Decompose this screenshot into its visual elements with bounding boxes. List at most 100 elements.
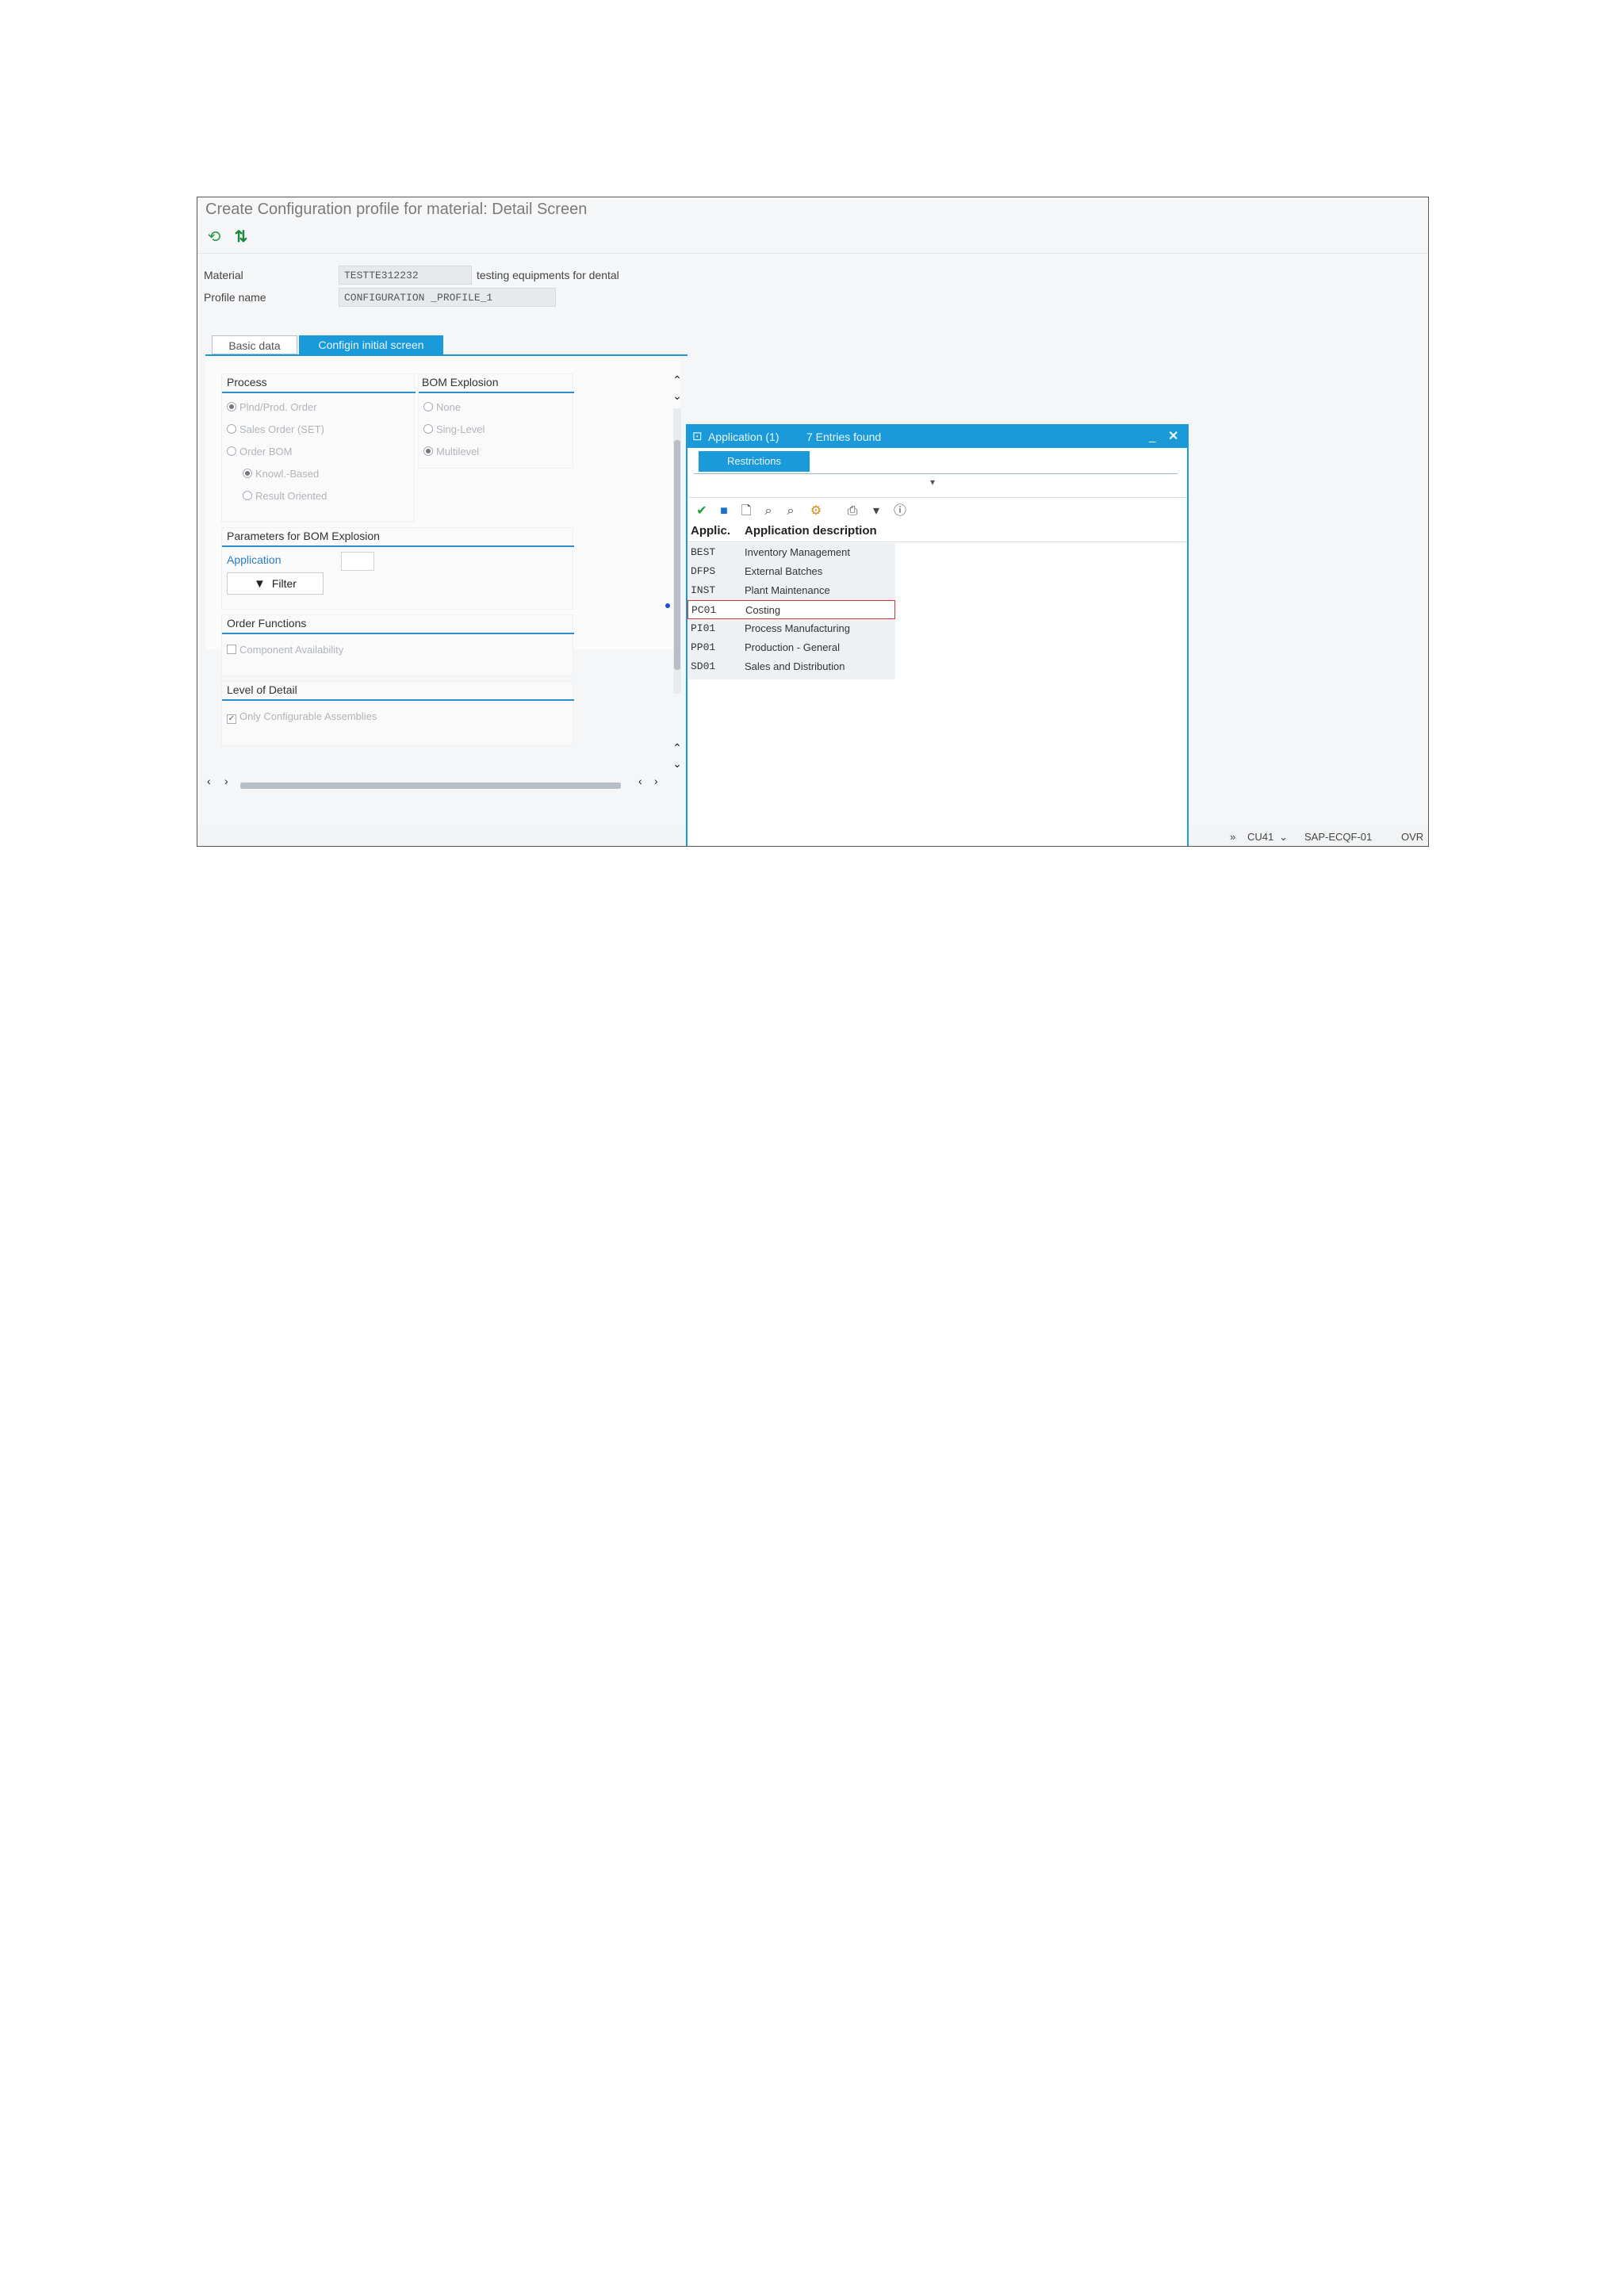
scroll-right-icon[interactable]: › [224,775,228,787]
radio-label: Multilevel [436,446,480,457]
order-functions-group: Order Functions Component Availability [221,614,574,676]
checkbox-label: Only Configurable Assemblies [239,710,377,722]
row-description: Plant Maintenance [745,584,830,596]
radio-label: Sing-Level [436,423,485,435]
filter-label: Filter [271,577,297,590]
bom-explosion-line [419,392,574,393]
table-row[interactable]: PP01 Production - General [688,638,895,657]
row-description: Production - General [745,641,840,653]
confirm-icon[interactable]: ✔ [692,502,711,521]
material-label: Material [204,269,243,281]
row-description: Process Manufacturing [745,622,850,634]
bom-explosion-title: BOM Explosion [422,376,499,388]
dialog-entries-count: 7 Entries found [806,430,882,443]
radio-sales-order[interactable]: Sales Order (SET) [227,423,324,435]
bom-explosion-group: BOM Explosion None Sing-Level Multilevel [418,373,574,469]
bom-params-group: Parameters for BOM Explosion Application… [221,527,574,610]
scroll-left-icon[interactable]: ‹ [207,775,211,787]
radio-label: Plnd/Prod. Order [239,401,317,413]
restrictions-divider [694,473,1178,474]
application-value-help-dialog: ⊡ Application (1) 7 Entries found _ ✕ Re… [686,424,1189,846]
toolbar-divider [688,497,1187,498]
splitter-dot [665,603,670,608]
row-code: DFPS [691,565,716,577]
radio-label: Sales Order (SET) [239,423,324,435]
radio-order-bom[interactable]: Order BOM [227,446,292,457]
level-of-detail-line [222,699,574,701]
order-functions-title: Order Functions [227,617,307,629]
tab-config-initial-screen[interactable]: Configin initial screen [299,335,443,354]
radio-label: Knowl.-Based [255,468,320,480]
refresh-icon[interactable]: ⟲ [204,228,224,247]
vertical-scroll-thumb[interactable] [674,440,680,670]
column-header-applic[interactable]: Applic. [691,524,730,538]
filter-button[interactable]: ▼ Filter [227,572,324,595]
print-icon[interactable]: ⎙ [843,502,862,521]
scroll-up-icon[interactable]: ⌃ [672,741,683,757]
info-icon[interactable]: ⓘ [891,502,910,521]
table-row-selected[interactable]: PC01 Costing [688,600,895,619]
table-row[interactable]: PI01 Process Manufacturing [688,619,895,638]
profile-name-field[interactable]: CONFIGURATION _PROFILE_1 [339,288,556,307]
row-code: INST [691,584,716,596]
bom-params-line [222,545,574,547]
horizontal-scroll-thumb[interactable] [240,783,621,789]
row-description: External Batches [745,565,823,577]
table-row[interactable]: BEST Inventory Management [688,543,895,562]
status-dropdown-icon[interactable]: ⌄ [1279,831,1288,844]
dialog-icon: ⊡ [692,430,703,443]
radio-none[interactable]: None [423,401,461,413]
status-expand-icon[interactable]: » [1230,831,1235,843]
row-code: SD01 [691,660,716,672]
sap-window: Create Configuration profile for materia… [197,197,1429,847]
tab-restrictions[interactable]: Restrictions [699,451,810,472]
profile-name-label: Profile name [204,291,266,304]
table-row[interactable]: SD01 Sales and Distribution [688,657,895,676]
horizontal-scrollbar[interactable] [240,783,621,789]
window-title: Create Configuration profile for materia… [197,197,1428,221]
radio-label: Result Oriented [255,490,327,502]
material-field[interactable]: TESTTE312232 [339,266,472,285]
new-document-icon[interactable]: 🗋 [737,502,756,521]
checkbox-label: Component Availability [239,644,344,656]
hierarchy-icon[interactable]: ⇅ [231,228,251,247]
find-next-icon[interactable]: ⌕ [781,502,800,521]
radio-multilevel[interactable]: Multilevel [423,446,479,457]
scroll-down-icon[interactable]: ⌄ [672,389,683,405]
radio-result-oriented[interactable]: Result Oriented [243,490,327,502]
scroll-down-icon[interactable]: ⌄ [672,757,683,773]
row-description: Inventory Management [745,546,850,558]
scroll-up-icon[interactable]: ⌃ [672,373,683,389]
scroll-left-icon[interactable]: ‹ [638,775,642,787]
radio-sing-level[interactable]: Sing-Level [423,423,485,435]
scroll-right-icon[interactable]: › [654,775,658,787]
component-availability-checkbox[interactable]: Component Availability [227,644,343,656]
row-code: BEST [691,546,716,558]
column-header-description[interactable]: Application description [745,524,877,538]
table-row[interactable]: DFPS External Batches [688,562,895,581]
material-description: testing equipments for dental [477,269,619,281]
dropdown-icon[interactable]: ▾ [867,502,886,521]
process-title: Process [227,376,267,388]
application-input[interactable] [341,552,374,571]
order-functions-line [222,633,574,634]
process-group: Process Plnd/Prod. Order Sales Order (SE… [221,373,416,522]
close-icon[interactable]: ✕ [1168,426,1178,448]
filter-icon: ▼ [254,577,266,591]
find-icon[interactable]: ⌕ [759,502,778,521]
status-transaction[interactable]: CU41 [1247,831,1274,843]
vertical-scrollbar[interactable] [673,408,681,694]
stop-icon[interactable]: ■ [714,502,733,521]
settings-icon[interactable]: ⚙ [806,502,825,521]
tab-basic-data[interactable]: Basic data [212,335,297,354]
radio-label: Order BOM [239,446,293,457]
configurable-assemblies-checkbox[interactable]: ✓ Only Configurable Assemblies [227,710,377,724]
status-system: SAP-ECQF-01 [1304,831,1373,843]
minimize-icon[interactable]: _ [1149,426,1156,448]
dialog-title: Application (1) [708,430,779,443]
collapse-arrow-icon[interactable]: ▾ [930,476,935,488]
radio-knowl-based[interactable]: Knowl.-Based [243,468,319,480]
table-row[interactable]: INST Plant Maintenance [688,581,895,600]
radio-plnd-prod-order[interactable]: Plnd/Prod. Order [227,401,317,413]
dialog-header: ⊡ Application (1) 7 Entries found _ ✕ [688,426,1187,448]
